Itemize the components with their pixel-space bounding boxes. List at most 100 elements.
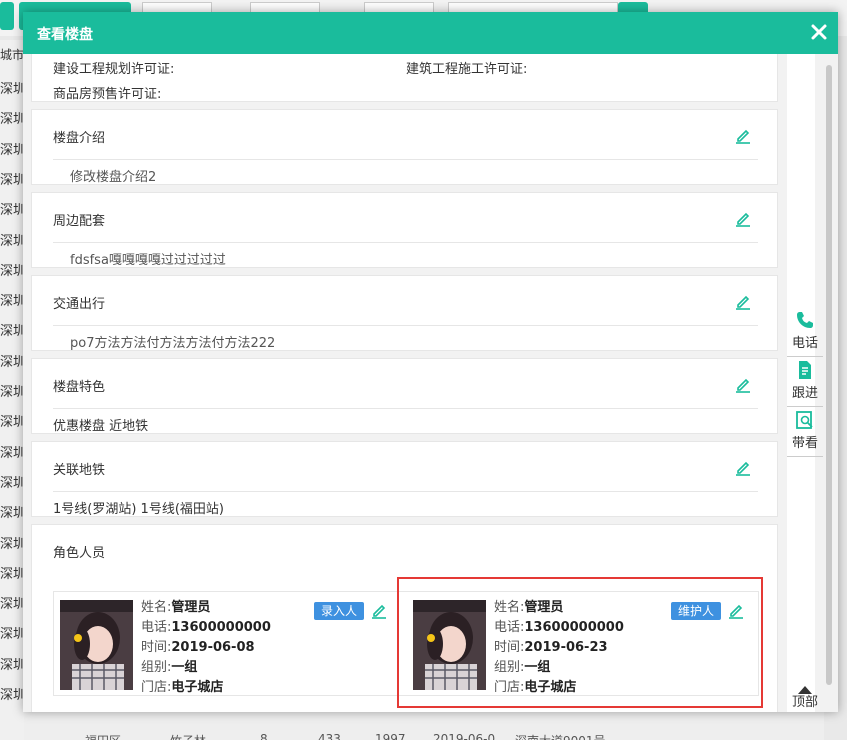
background-list-cell: 深圳 bbox=[0, 657, 24, 673]
avatar bbox=[60, 600, 133, 690]
divider bbox=[53, 491, 758, 492]
person-time: 2019-06-08 bbox=[171, 640, 255, 655]
edit-icon[interactable] bbox=[371, 603, 387, 619]
background-city-label: 城市 bbox=[0, 48, 24, 62]
modal-body: 建设工程规划许可证: 建筑工程施工许可证: 商品房预售许可证: 楼盘介绍 修改楼… bbox=[23, 54, 838, 712]
roles-panel: 角色人员 姓名:管理员 电话:13600000000 时间:2019-06-08… bbox=[31, 524, 778, 712]
edit-icon[interactable] bbox=[728, 603, 744, 619]
person-store: 电子城店 bbox=[171, 680, 224, 695]
transport-content: po7方法方法付方法方法付方法222 bbox=[70, 336, 276, 351]
top-label: 顶部 bbox=[791, 695, 818, 710]
scroll-thumb[interactable] bbox=[826, 65, 832, 685]
view-property-modal: 查看楼盘 建设工程规划许可证: 建筑工程施工许可证: 商品房预售许可证: 楼盘介… bbox=[23, 12, 838, 712]
features-content: 优惠楼盘 近地铁 bbox=[53, 419, 149, 434]
person-phone: 13600000000 bbox=[524, 620, 624, 635]
phone-label: 电话: bbox=[494, 620, 525, 635]
close-icon[interactable] bbox=[810, 23, 828, 41]
edit-icon[interactable] bbox=[735, 294, 751, 310]
background-list-cell: 深圳 bbox=[0, 354, 24, 370]
background-cell: 深南大道9001号 bbox=[515, 732, 606, 740]
avatar bbox=[413, 600, 486, 690]
person-name: 管理员 bbox=[524, 600, 564, 615]
background-list-cell: 深圳 bbox=[0, 172, 24, 188]
store-label: 门店: bbox=[141, 680, 172, 695]
background-list-cell: 深圳 bbox=[0, 688, 24, 703]
follow-action[interactable]: 跟进 bbox=[787, 360, 823, 401]
follow-label: 跟进 bbox=[791, 386, 818, 401]
person-store: 电子城店 bbox=[524, 680, 577, 695]
metro-panel: 关联地铁 1号线(罗湖站) 1号线(福田站) bbox=[31, 441, 778, 517]
planning-license-label: 建设工程规划许可证: bbox=[53, 62, 175, 77]
background-list-cell: 深圳 bbox=[0, 233, 24, 249]
scrollbar[interactable] bbox=[825, 55, 833, 695]
features-title: 楼盘特色 bbox=[53, 380, 106, 395]
divider bbox=[53, 159, 758, 160]
person-card: 姓名:管理员 电话:13600000000 时间:2019-06-08 组别:一… bbox=[54, 592, 407, 697]
background-list-cell: 深圳 bbox=[0, 566, 24, 582]
background-bottom-row bbox=[24, 708, 824, 740]
construction-license-label: 建筑工程施工许可证: bbox=[406, 62, 528, 77]
background-list-cell: 深圳 bbox=[0, 142, 24, 158]
background-list-cell: 深圳 bbox=[0, 536, 24, 552]
background-list-cell: 深圳 bbox=[0, 82, 24, 97]
caret-up-icon bbox=[787, 683, 823, 694]
phone-action[interactable]: 电话 bbox=[787, 310, 823, 351]
name-label: 姓名: bbox=[494, 600, 525, 615]
role-tag: 维护人 bbox=[671, 602, 722, 620]
divider bbox=[53, 408, 758, 409]
back-to-top-button[interactable]: 顶部 bbox=[787, 683, 823, 710]
background-list-cell: 深圳 bbox=[0, 294, 24, 310]
background-cell: 竹子林 bbox=[170, 732, 206, 740]
edit-icon[interactable] bbox=[735, 211, 751, 227]
background-button bbox=[0, 2, 14, 30]
surroundings-panel: 周边配套 fdsfsa嘎嘎嘎嘎过过过过过 bbox=[31, 192, 778, 268]
transport-panel: 交通出行 po7方法方法付方法方法付方法222 bbox=[31, 275, 778, 351]
time-label: 时间: bbox=[494, 640, 525, 655]
background-cell: 8 bbox=[260, 732, 268, 740]
background-list-cell: 深圳 bbox=[0, 445, 24, 461]
person-name: 管理员 bbox=[171, 600, 211, 615]
license-panel: 建设工程规划许可证: 建筑工程施工许可证: 商品房预售许可证: bbox=[31, 54, 778, 102]
transport-title: 交通出行 bbox=[53, 297, 106, 312]
surroundings-title: 周边配套 bbox=[53, 214, 106, 229]
background-list-cell: 深圳 bbox=[0, 385, 24, 400]
intro-content: 修改楼盘介绍2 bbox=[70, 170, 157, 185]
person-phone: 13600000000 bbox=[171, 620, 271, 635]
background-list-cell: 深圳 bbox=[0, 415, 24, 431]
background-list-cell: 深圳 bbox=[0, 324, 24, 340]
background-list-cell: 深圳 bbox=[0, 475, 24, 491]
divider bbox=[53, 325, 758, 326]
divider bbox=[787, 356, 823, 357]
person-list: 姓名:管理员 电话:13600000000 时间:2019-06-08 组别:一… bbox=[53, 591, 759, 696]
roles-title: 角色人员 bbox=[53, 546, 106, 561]
person-time: 2019-06-23 bbox=[524, 640, 608, 655]
modal-header: 查看楼盘 bbox=[23, 12, 838, 54]
edit-icon[interactable] bbox=[735, 128, 751, 144]
intro-title: 楼盘介绍 bbox=[53, 131, 106, 146]
divider bbox=[53, 242, 758, 243]
metro-title: 关联地铁 bbox=[53, 463, 106, 478]
intro-panel: 楼盘介绍 修改楼盘介绍2 bbox=[31, 109, 778, 185]
visit-icon bbox=[787, 410, 823, 432]
background-list-cell: 深圳 bbox=[0, 506, 24, 522]
role-tag: 录入人 bbox=[314, 602, 365, 620]
background-cell: 福田区 bbox=[85, 732, 121, 740]
background-list-cell: 深圳 bbox=[0, 627, 24, 643]
edit-icon[interactable] bbox=[735, 460, 751, 476]
divider bbox=[787, 456, 823, 457]
visit-action[interactable]: 带看 bbox=[787, 410, 823, 451]
background-list-cell: 深圳 bbox=[0, 263, 24, 279]
presale-license-label: 商品房预售许可证: bbox=[53, 87, 162, 102]
modal-title: 查看楼盘 bbox=[37, 27, 93, 43]
background-cell: 1997 bbox=[375, 732, 406, 740]
phone-label: 电话 bbox=[791, 336, 818, 351]
store-label: 门店: bbox=[494, 680, 525, 695]
features-panel: 楼盘特色 优惠楼盘 近地铁 bbox=[31, 358, 778, 434]
follow-up-icon bbox=[787, 360, 823, 382]
metro-content: 1号线(罗湖站) 1号线(福田站) bbox=[53, 502, 224, 517]
surroundings-content: fdsfsa嘎嘎嘎嘎过过过过过 bbox=[70, 253, 226, 268]
background-list-cell: 深圳 bbox=[0, 203, 24, 219]
edit-icon[interactable] bbox=[735, 377, 751, 393]
background-list-cell: 深圳 bbox=[0, 112, 24, 128]
person-card: 姓名:管理员 电话:13600000000 时间:2019-06-23 组别:一… bbox=[407, 592, 760, 697]
